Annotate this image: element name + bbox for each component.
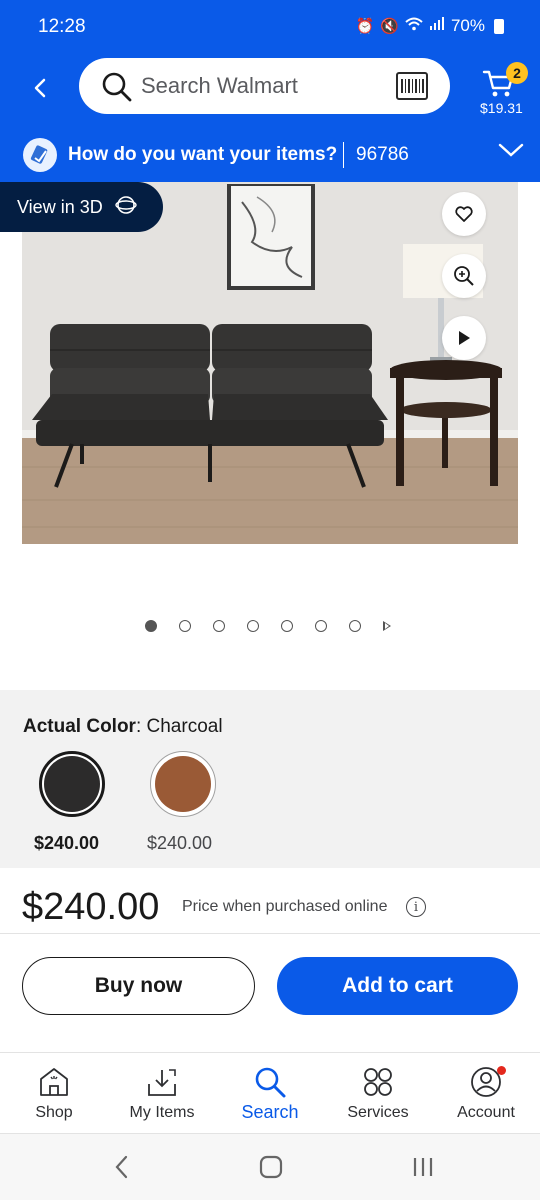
account-icon (470, 1064, 506, 1100)
add-to-cart-button[interactable]: Add to cart (277, 957, 518, 1015)
system-home-button[interactable] (251, 1152, 291, 1182)
swatch-charcoal-color (44, 756, 100, 812)
cart-button[interactable]: 2 $19.31 (476, 62, 528, 122)
shop-icon (37, 1064, 71, 1100)
swatch-charcoal-price: $240.00 (34, 833, 100, 853)
mute-icon: 🔇 (380, 18, 399, 35)
product-media: View in 3D (0, 182, 540, 690)
nav-search-label: Search (241, 1102, 299, 1122)
status-time: 12:28 (38, 16, 86, 37)
view-in-3d-label: View in 3D (17, 196, 103, 217)
price-section: $240.00 Price when purchased online i (0, 868, 540, 934)
carousel-indicator (145, 620, 391, 632)
search-icon (253, 1064, 287, 1100)
price-note: Price when purchased online (182, 898, 388, 915)
search-icon (101, 71, 133, 108)
my-items-icon (145, 1064, 179, 1100)
nav-services[interactable]: Services (324, 1054, 432, 1134)
battery-icon (494, 18, 504, 34)
product-page: 12:28 ⏰ 🔇 70% Search Walmart 2 $19.31 Ho… (0, 0, 540, 1200)
3d-icon (115, 194, 137, 221)
favorite-button[interactable] (442, 192, 486, 236)
services-icon (362, 1064, 394, 1100)
bottom-navigation: Shop My Items Search Services Account (0, 1054, 540, 1134)
chevron-down-icon (498, 142, 524, 163)
carousel-dot[interactable] (179, 620, 191, 632)
play-icon (459, 331, 470, 345)
swatch-brown-price: $240.00 (147, 833, 213, 853)
carousel-dot[interactable] (315, 620, 327, 632)
system-home-icon (259, 1155, 283, 1179)
swatch-charcoal[interactable] (39, 751, 105, 817)
carousel-video-indicator-icon[interactable] (383, 621, 391, 631)
search-input[interactable] (141, 70, 381, 102)
zip-code: 96786 (356, 144, 409, 165)
system-back-icon (115, 1155, 128, 1179)
cart-total: $19.31 (480, 100, 523, 116)
nav-shop[interactable]: Shop (0, 1054, 108, 1134)
color-variants: Actual Color: Charcoal $240.00 $240.00 (0, 690, 540, 868)
delivery-icon (23, 138, 57, 172)
nav-account-label: Account (457, 1104, 515, 1121)
nav-shop-label: Shop (35, 1104, 73, 1121)
nav-services-label: Services (347, 1104, 409, 1121)
color-label-key: Actual Color (23, 716, 136, 737)
swatch-brown[interactable] (150, 751, 216, 817)
carousel-dot[interactable] (281, 620, 293, 632)
chevron-left-icon (34, 78, 46, 98)
purchase-actions: Buy now Add to cart (0, 935, 540, 1053)
product-price: $240.00 (22, 886, 160, 928)
swatch-brown-color (155, 756, 211, 812)
color-label-value: Charcoal (146, 716, 223, 737)
signal-icon (429, 17, 445, 35)
carousel-dot[interactable] (213, 620, 225, 632)
system-recents-button[interactable] (403, 1152, 443, 1182)
color-label: Actual Color: Charcoal (23, 716, 223, 738)
view-in-3d-button[interactable]: View in 3D (0, 182, 163, 232)
info-icon[interactable]: i (406, 897, 426, 917)
notification-dot (497, 1066, 506, 1075)
wifi-icon (405, 17, 423, 35)
search-bar[interactable] (79, 58, 450, 114)
nav-my-items[interactable]: My Items (108, 1054, 216, 1134)
cart-count-badge: 2 (506, 62, 528, 84)
carousel-dot[interactable] (349, 620, 361, 632)
color-label-separator: : (135, 716, 147, 737)
system-navigation (0, 1134, 540, 1200)
zoom-in-icon (454, 266, 474, 286)
futon-photo (22, 182, 518, 544)
product-image[interactable] (22, 182, 518, 544)
divider (343, 142, 344, 168)
fulfillment-question: How do you want your items? (68, 144, 338, 165)
app-header: 12:28 ⏰ 🔇 70% Search Walmart 2 $19.31 Ho… (0, 0, 540, 182)
status-icons: ⏰ 🔇 70% (356, 16, 504, 36)
fulfillment-selector[interactable]: How do you want your items? 96786 (0, 130, 540, 182)
heart-icon (455, 206, 473, 222)
back-button[interactable] (22, 70, 58, 106)
barcode-scan-icon[interactable] (396, 72, 428, 100)
buy-now-button[interactable]: Buy now (22, 957, 255, 1015)
nav-my-items-label: My Items (129, 1104, 195, 1121)
battery-percent: 70% (450, 16, 485, 35)
status-bar: 12:28 ⏰ 🔇 70% (0, 0, 540, 54)
alarm-icon: ⏰ (355, 18, 375, 35)
system-back-button[interactable] (102, 1152, 142, 1182)
system-recents-icon (413, 1158, 433, 1176)
nav-account[interactable]: Account (432, 1054, 540, 1134)
nav-search[interactable]: Search (216, 1054, 324, 1134)
carousel-dot[interactable] (145, 620, 157, 632)
zoom-button[interactable] (442, 254, 486, 298)
play-video-button[interactable] (442, 316, 486, 360)
carousel-dot[interactable] (247, 620, 259, 632)
